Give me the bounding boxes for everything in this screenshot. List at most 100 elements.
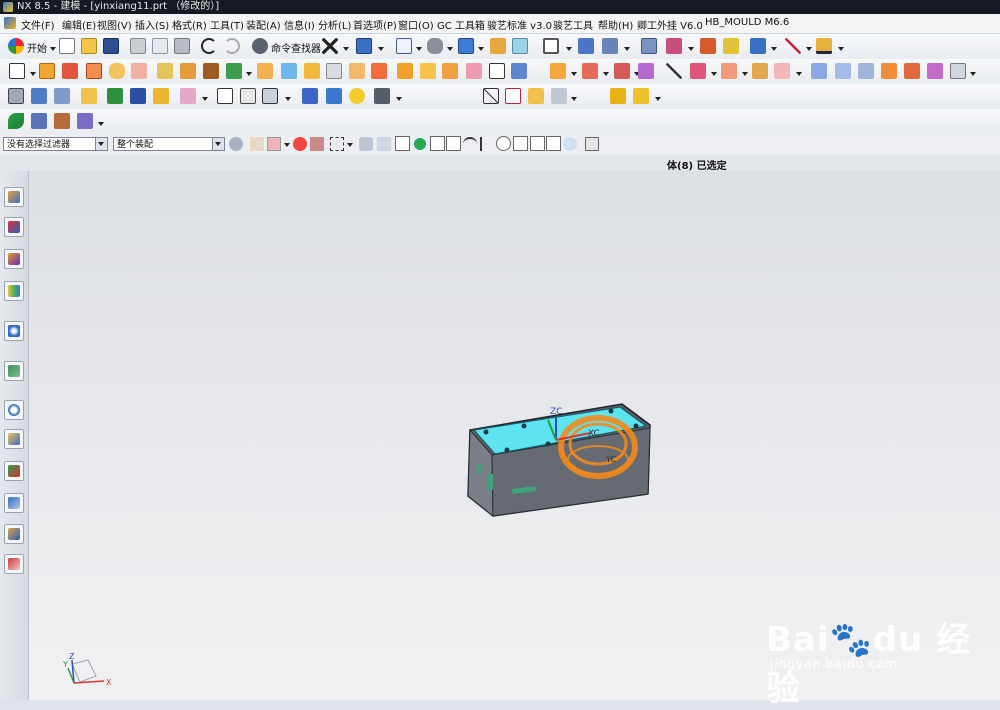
snap-face-icon[interactable]	[563, 137, 577, 151]
unite-icon[interactable]	[180, 63, 196, 79]
menu-edit[interactable]: 编辑(E)	[62, 17, 96, 32]
boss-icon[interactable]	[109, 63, 125, 79]
swept-icon[interactable]	[858, 63, 874, 79]
palette-tab[interactable]	[4, 493, 24, 513]
measure-icon[interactable]	[700, 38, 716, 54]
chevron-down-icon[interactable]	[343, 47, 349, 51]
box-model[interactable]	[467, 403, 651, 518]
menu-junyi-tools[interactable]: 骏艺工具	[553, 17, 593, 32]
menu-info[interactable]: 信息(I)	[284, 17, 315, 32]
snap-point-on-curve-icon[interactable]	[530, 136, 545, 151]
layers-icon[interactable]	[31, 88, 47, 104]
n-sided-surface-icon[interactable]	[881, 63, 897, 79]
menu-analysis[interactable]: 分析(L)	[318, 17, 351, 32]
chevron-down-icon[interactable]	[212, 138, 224, 150]
shaded-view-icon[interactable]	[512, 38, 528, 54]
snap-point-icon[interactable]	[293, 137, 307, 151]
chevron-down-icon[interactable]	[50, 47, 56, 51]
block-icon[interactable]	[511, 63, 527, 79]
chevron-down-icon[interactable]	[95, 138, 107, 150]
reposition-icon[interactable]	[130, 88, 146, 104]
chevron-down-icon[interactable]	[742, 72, 748, 76]
type-filter-dropdown[interactable]: 没有选择过滤器	[3, 137, 108, 151]
cut-icon[interactable]	[130, 38, 146, 54]
curve-icon[interactable]	[217, 88, 233, 104]
menu-help[interactable]: 帮助(H)	[598, 17, 633, 32]
washer-icon[interactable]	[349, 88, 365, 104]
layout-icon[interactable]	[8, 88, 24, 104]
part-family-icon[interactable]	[180, 88, 196, 104]
patch-icon[interactable]	[950, 63, 966, 79]
chevron-down-icon[interactable]	[566, 47, 572, 51]
roles-tab[interactable]	[4, 461, 24, 481]
snap-tangent-icon[interactable]	[546, 136, 561, 151]
chevron-down-icon[interactable]	[30, 72, 36, 76]
spring-icon[interactable]	[302, 88, 318, 104]
chevron-down-icon[interactable]	[771, 47, 777, 51]
chevron-down-icon[interactable]	[571, 97, 577, 101]
subtract-icon[interactable]	[203, 63, 219, 79]
menu-insert[interactable]: 插入(S)	[135, 17, 169, 32]
bridge-surface-icon[interactable]	[904, 63, 920, 79]
validate-icon[interactable]	[77, 113, 93, 129]
constraint-icon[interactable]	[666, 38, 682, 54]
reuse-library-tab[interactable]	[4, 281, 24, 301]
chevron-down-icon[interactable]	[396, 97, 402, 101]
user-roles-tab[interactable]	[4, 524, 24, 544]
table-icon[interactable]	[528, 88, 544, 104]
weld-bead-icon[interactable]	[633, 88, 649, 104]
delete-icon[interactable]	[322, 38, 338, 54]
slot-icon[interactable]	[666, 63, 682, 79]
cone-icon[interactable]	[582, 63, 598, 79]
dimension-icon[interactable]	[816, 38, 832, 54]
through-curves-icon[interactable]	[811, 63, 827, 79]
mold-wizard-icon[interactable]	[153, 88, 169, 104]
snap-endpoint-icon[interactable]	[395, 136, 410, 151]
chamfer-icon[interactable]	[281, 63, 297, 79]
emboss-icon[interactable]	[690, 63, 706, 79]
select-face-icon[interactable]	[267, 137, 281, 151]
chevron-down-icon[interactable]	[378, 47, 384, 51]
process-studio-tab[interactable]	[4, 361, 24, 381]
chevron-down-icon[interactable]	[624, 47, 630, 51]
chevron-down-icon[interactable]	[284, 143, 290, 147]
grid-snap-icon[interactable]	[585, 137, 599, 151]
menu-hb-mould[interactable]: HB_MOULD M6.6	[705, 17, 789, 28]
nx-menu-icon[interactable]	[4, 17, 16, 29]
chevron-down-icon[interactable]	[711, 72, 717, 76]
chevron-down-icon[interactable]	[603, 72, 609, 76]
thicken-icon[interactable]	[420, 63, 436, 79]
paste-icon[interactable]	[174, 38, 190, 54]
chevron-down-icon[interactable]	[838, 47, 844, 51]
sketch-icon[interactable]	[9, 63, 25, 79]
menu-file[interactable]: 文件(F)	[21, 17, 55, 32]
templates-tab[interactable]	[4, 554, 24, 574]
play-icon[interactable]	[750, 38, 766, 54]
label-icon[interactable]	[81, 88, 97, 104]
rectangle-select-icon[interactable]	[330, 137, 344, 151]
split-body-icon[interactable]	[371, 63, 387, 79]
copy-icon[interactable]	[152, 38, 168, 54]
web-browser-tab[interactable]	[4, 321, 24, 341]
chevron-down-icon[interactable]	[98, 122, 104, 126]
weld-icon[interactable]	[610, 88, 626, 104]
chevron-down-icon[interactable]	[202, 97, 208, 101]
command-finder-button[interactable]: 命令查找器	[271, 40, 321, 55]
menu-window[interactable]: 窗口(O)	[398, 17, 434, 32]
project-curve-icon[interactable]	[262, 88, 278, 104]
chevron-down-icon[interactable]	[688, 47, 694, 51]
triangle-icon[interactable]	[483, 88, 499, 104]
groove-icon[interactable]	[638, 63, 654, 79]
select-body-icon[interactable]	[359, 137, 373, 151]
wcs-icon[interactable]	[578, 38, 594, 54]
history-tab[interactable]	[4, 400, 24, 420]
assembly-icon[interactable]	[641, 38, 657, 54]
menu-tools[interactable]: 工具(T)	[210, 17, 244, 32]
ruled-surface-icon[interactable]	[835, 63, 851, 79]
new-file-icon[interactable]	[59, 38, 75, 54]
menu-qinggong-plugin[interactable]: 卿工外挂 V6.0	[637, 17, 703, 32]
render-style-icon[interactable]	[427, 38, 443, 54]
select-solid-icon[interactable]	[377, 137, 391, 151]
draft-icon[interactable]	[304, 63, 320, 79]
datum-axis-icon[interactable]	[785, 38, 801, 54]
